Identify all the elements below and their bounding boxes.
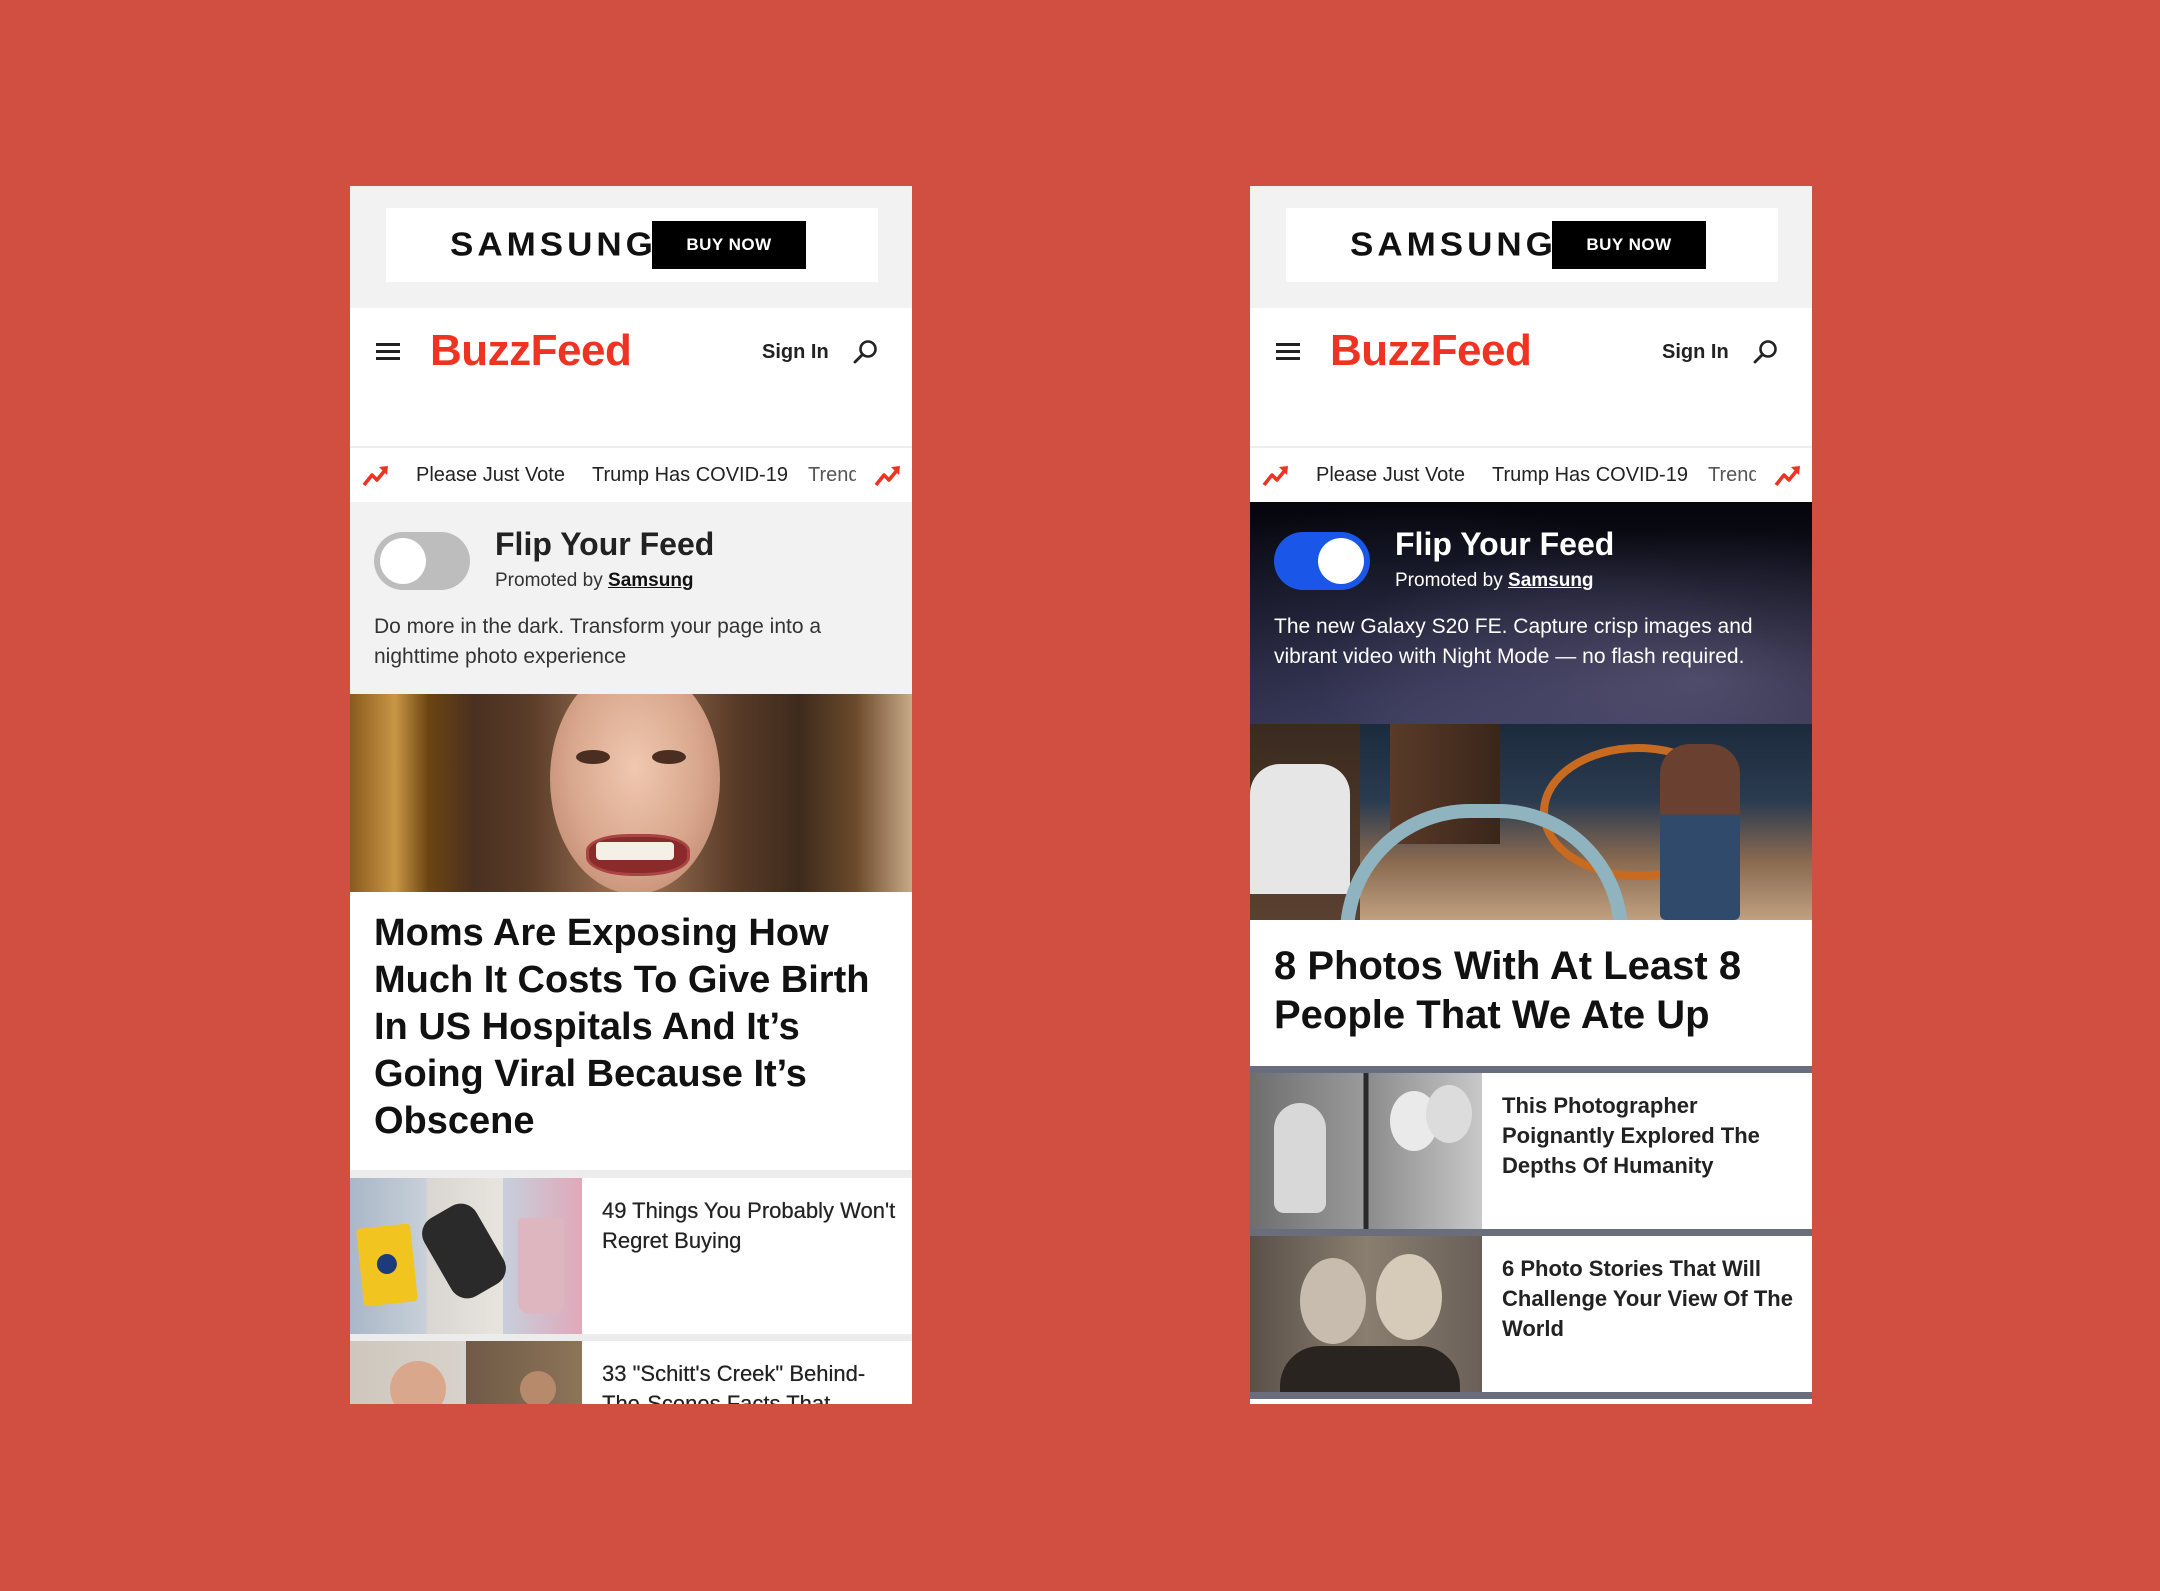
story-title: This Photographer Poignantly Explored Th… <box>1502 1093 1760 1178</box>
trending-icon <box>1262 466 1288 487</box>
flip-description: Do more in the dark. Transform your page… <box>374 615 822 668</box>
phone-screen-dark-mode: SAMSUNG BUY NOW BuzzFeed Sign In Please … <box>1250 186 1812 1404</box>
story-thumbnail <box>350 1178 582 1334</box>
site-header: BuzzFeed Sign In <box>350 308 912 446</box>
trending-item[interactable]: Trump Has COVID-19 <box>592 464 788 487</box>
trending-item[interactable]: Trending <box>1708 464 1756 487</box>
search-icon[interactable] <box>852 338 880 366</box>
story-thumbnail <box>1250 1073 1482 1229</box>
toggle-knob <box>380 538 426 584</box>
promoted-by: Promoted by Samsung <box>1395 570 1594 592</box>
flip-title: Flip Your Feed <box>1395 526 1615 562</box>
list-item[interactable]: This Photographer Poignantly Explored Th… <box>1250 1073 1812 1229</box>
list-item[interactable]: 6 Photo Stories That Will Challenge Your… <box>1250 1236 1812 1392</box>
trending-icon <box>1774 466 1800 487</box>
promoted-prefix: Promoted by <box>495 570 603 591</box>
buzzfeed-logo[interactable]: BuzzFeed <box>430 326 632 376</box>
toggle-knob <box>1318 538 1364 584</box>
trending-icon <box>362 466 388 487</box>
flip-title: Flip Your Feed <box>495 526 715 562</box>
story-title: 6 Photo Stories That Will Challenge Your… <box>1502 1256 1793 1341</box>
divider <box>350 1170 912 1178</box>
ad-banner[interactable]: SAMSUNG BUY NOW <box>386 208 878 282</box>
trending-bar: Please Just Vote Trump Has COVID-19 Tren… <box>1250 446 1812 504</box>
dark-mode-toggle[interactable] <box>374 532 470 590</box>
dark-mode-toggle[interactable] <box>1274 532 1370 590</box>
promoted-prefix: Promoted by <box>1395 570 1503 591</box>
ad-banner-area: SAMSUNG BUY NOW <box>350 186 912 308</box>
story-title: 49 Things You Probably Won't Regret Buyi… <box>602 1198 896 1253</box>
hero-headline[interactable]: 8 Photos With At Least 8 People That We … <box>1274 942 1794 1040</box>
divider <box>1250 1392 1812 1399</box>
divider <box>1250 1229 1812 1236</box>
list-item[interactable]: 49 Things You Probably Won't Regret Buyi… <box>350 1178 912 1334</box>
trending-bar: Please Just Vote Trump Has COVID-19 Tren… <box>350 446 912 504</box>
samsung-logo: SAMSUNG <box>450 226 657 264</box>
trending-item[interactable]: Please Just Vote <box>416 464 565 487</box>
buy-now-button[interactable]: BUY NOW <box>652 221 806 269</box>
buzzfeed-logo[interactable]: BuzzFeed <box>1330 326 1532 376</box>
story-thumbnail <box>350 1341 582 1404</box>
sign-in-link[interactable]: Sign In <box>762 341 829 364</box>
hamburger-menu-icon[interactable] <box>1276 340 1304 364</box>
trending-item[interactable]: Please Just Vote <box>1316 464 1465 487</box>
sponsor-link[interactable]: Samsung <box>608 570 694 591</box>
story-thumbnail <box>1250 1236 1482 1392</box>
site-header: BuzzFeed Sign In <box>1250 308 1812 446</box>
list-item[interactable]: 33 "Schitt's Creek" Behind-The-Scenes Fa… <box>350 1341 912 1404</box>
hero-image[interactable] <box>1250 724 1812 920</box>
story-title: 33 "Schitt's Creek" Behind-The-Scenes Fa… <box>602 1361 866 1404</box>
trending-item[interactable]: Trending <box>808 464 856 487</box>
trending-item[interactable]: Trump Has COVID-19 <box>1492 464 1688 487</box>
promoted-by: Promoted by Samsung <box>495 570 694 592</box>
ad-banner[interactable]: SAMSUNG BUY NOW <box>1286 208 1778 282</box>
hero-image[interactable] <box>350 694 912 892</box>
trending-icon <box>874 466 900 487</box>
divider <box>350 1334 912 1341</box>
flip-your-feed-panel: Flip Your Feed Promoted by Samsung The n… <box>1250 502 1812 724</box>
hamburger-menu-icon[interactable] <box>376 340 404 364</box>
hero-headline[interactable]: Moms Are Exposing How Much It Costs To G… <box>374 910 894 1145</box>
sponsor-link[interactable]: Samsung <box>1508 570 1594 591</box>
samsung-logo: SAMSUNG <box>1350 226 1557 264</box>
ad-banner-area: SAMSUNG BUY NOW <box>1250 186 1812 308</box>
phone-screen-light-mode: SAMSUNG BUY NOW BuzzFeed Sign In Please … <box>350 186 912 1404</box>
buy-now-button[interactable]: BUY NOW <box>1552 221 1706 269</box>
flip-your-feed-panel: Flip Your Feed Promoted by Samsung Do mo… <box>350 502 912 694</box>
sign-in-link[interactable]: Sign In <box>1662 341 1729 364</box>
divider <box>1250 1066 1812 1073</box>
search-icon[interactable] <box>1752 338 1780 366</box>
flip-description: The new Galaxy S20 FE. Capture crisp ima… <box>1274 615 1753 668</box>
